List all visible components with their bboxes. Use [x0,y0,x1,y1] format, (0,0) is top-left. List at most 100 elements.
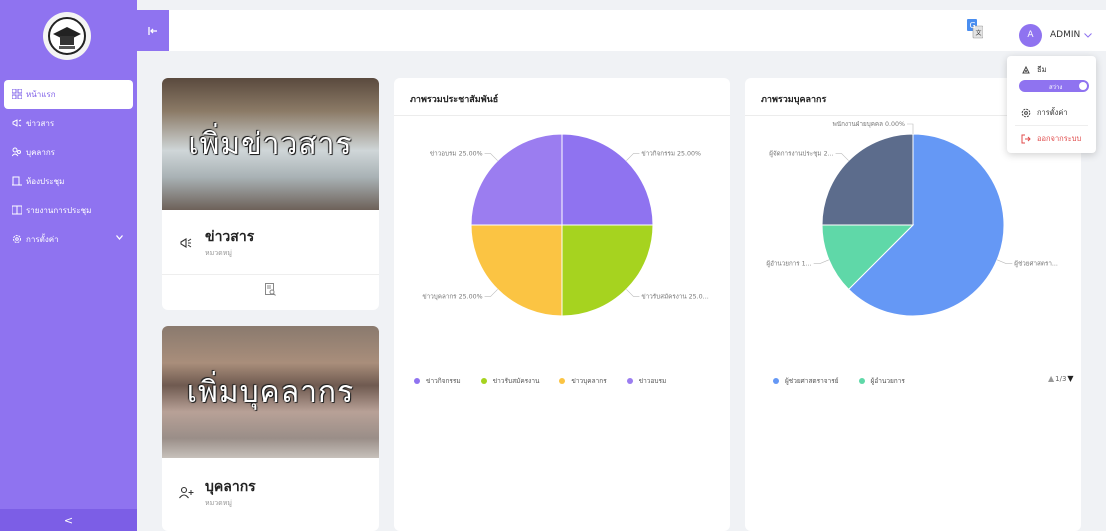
slice-label: ข่าวบุคลากร 25.00% [422,293,482,300]
legend-dot [626,378,633,384]
pr-overview-panel: ภาพรวมประชาสัมพันธ์ ข่าวกิจกรรม 25.00% ข่… [394,78,730,531]
avatar: A [1019,23,1042,47]
graduation-cap-logo-icon [48,17,86,55]
sidebar: หน้าแรก ข่าวสาร บุคลากร ห้องประชุม รายงา… [0,0,137,531]
megaphone-icon [12,119,22,127]
add-staff-overlay: เพิ่มบุคลากร [186,374,355,410]
label-leader-line [626,289,640,297]
label-leader-line [835,153,849,161]
view-document-icon[interactable] [265,283,276,296]
news-photo[interactable]: เพิ่มข่าวสาร [162,78,379,210]
sidebar-toggle-button[interactable] [137,10,169,51]
staff-card-subtitle: หมวดหมู่ [205,499,232,507]
legend-dot [414,378,420,384]
megaphone-icon [180,237,192,248]
pr-pie-chart[interactable]: ข่าวกิจกรรม 25.00% ข่าวรับสมัครงาน 25.0..… [394,118,730,368]
gear-icon [13,235,21,243]
menu-item-logout[interactable]: ออกจากระบบ [1021,133,1081,145]
toggle-knob [1079,82,1087,90]
legend-dot [858,378,865,384]
user-name: ADMIN [1050,30,1081,40]
gear-icon [1021,108,1031,118]
legend-prev-button[interactable]: ▲ [1048,374,1054,383]
sidebar-item-label: การตั้งค่า [26,235,59,244]
slice-label: ข่าวรับสมัครงาน 25.0... [641,293,708,300]
legend-next-button[interactable]: ▼ [1067,374,1073,383]
university-logo[interactable] [43,12,91,60]
sidebar-item-label: รายงานการประชุม [26,206,92,215]
news-card-subtitle: หมวดหมู่ [205,249,232,257]
legend-item[interactable]: ผู้อำนวยการ [858,376,905,386]
legend-dot [480,378,487,384]
pie-slice[interactable] [470,224,563,317]
sidebar-collapse-button[interactable]: < [0,509,137,531]
sidebar-item-staff[interactable]: บุคลากร [0,138,137,167]
news-card[interactable]: เพิ่มข่าวสาร ข่าวสาร หมวดหมู่ [162,78,379,310]
add-news-overlay: เพิ่มข่าวสาร [188,126,353,162]
theme-item: ธีม [1021,64,1047,76]
sidebar-item-home[interactable]: หน้าแรก [4,80,133,109]
user-dropdown-menu: ธีม สว่าง การตั้งค่า ออกจากระบบ [1007,56,1096,153]
legend-item[interactable]: ข่าวรับสมัครงาน [480,376,540,386]
slice-label: ข่าวอบรม 25.00% [430,151,483,158]
logout-label: ออกจากระบบ [1037,134,1082,143]
panel-title: ภาพรวมประชาสัมพันธ์ [410,95,499,105]
divider [1015,125,1088,126]
collapse-label: < [63,513,74,527]
legend-item[interactable]: ข่าวกิจกรรม [414,376,461,386]
chevron-down-icon [1084,32,1093,38]
translate-icon: G 文 [967,19,984,39]
pie-slice[interactable] [821,133,914,226]
pr-legend: ข่าวกิจกรรม ข่าวรับสมัครงาน ข่าวบุคลากร … [414,376,686,386]
label-leader-line [626,153,640,161]
add-user-icon [179,486,194,498]
divider [394,115,730,116]
sidebar-item-meeting-report[interactable]: รายงานการประชุม [0,196,137,225]
legend-item[interactable]: ผู้ช่วยศาสตราจารย์ [773,376,839,386]
menu-item-settings[interactable]: การตั้งค่า [1021,107,1068,119]
legend-item[interactable]: ข่าวอบรม [626,376,667,386]
logout-icon [1021,134,1031,144]
user-menu-trigger[interactable]: A ADMIN [1019,23,1093,47]
legend-label: ผู้ช่วยศาสตราจารย์ [785,377,839,385]
settings-label: การตั้งค่า [1037,108,1068,117]
slice-label: ผู้จัดการงานประชุม 2... [769,150,833,158]
pie-slice[interactable] [561,133,654,226]
label-leader-line [907,123,914,134]
theme-value: สว่าง [1049,84,1063,91]
sidebar-item-label: ห้องประชุม [26,177,65,186]
label-leader-line [996,259,1013,264]
legend-page-indicator: 1/3 [1055,374,1067,383]
sidebar-item-label: หน้าแรก [26,90,56,99]
legend-dot [773,378,779,384]
grid-icon [12,89,22,99]
pie-slice[interactable] [561,224,654,317]
news-card-title: ข่าวสาร [205,229,255,245]
theme-toggle[interactable]: สว่าง [1019,80,1089,92]
users-icon [12,147,21,157]
pie-slice[interactable] [470,133,563,226]
legend-pager: ▲ 1/3 ▼ [1048,374,1074,383]
legend-label: ข่าวอบรม [638,377,667,385]
sidebar-item-meeting-room[interactable]: ห้องประชุม [0,167,137,196]
sidebar-item-label: บุคลากร [26,148,55,157]
label-leader-line [484,289,498,297]
label-leader-line [813,259,830,264]
divider [162,274,379,275]
legend-label: ข่าวบุคลากร [571,377,607,385]
staff-photo[interactable]: เพิ่มบุคลากร [162,326,379,458]
svg-text:文: 文 [976,29,982,37]
slice-label: พนักงานฝ่ายบุคคล 0.00% [833,121,905,128]
staff-pie-chart[interactable]: ผู้ช่วยศาสตรา... ผู้อำนวยการ 1... ผู้จัดกา… [745,118,1081,368]
legend-item[interactable]: ข่าวบุคลากร [559,376,607,386]
staff-card[interactable]: เพิ่มบุคลากร บุคลากร หมวดหมู่ [162,326,379,531]
legend-label: ผู้อำนวยการ [870,377,905,385]
chevron-down-icon [116,235,123,240]
translate-button[interactable]: G 文 [967,19,984,39]
sidebar-item-news[interactable]: ข่าวสาร [0,109,137,138]
legend-label: ข่าวรับสมัครงาน [492,377,540,385]
meeting-room-icon [12,176,22,186]
theme-label: ธีม [1037,65,1047,74]
sidebar-menu: หน้าแรก ข่าวสาร บุคลากร ห้องประชุม รายงา… [0,80,137,254]
sidebar-item-settings[interactable]: การตั้งค่า [0,225,137,254]
